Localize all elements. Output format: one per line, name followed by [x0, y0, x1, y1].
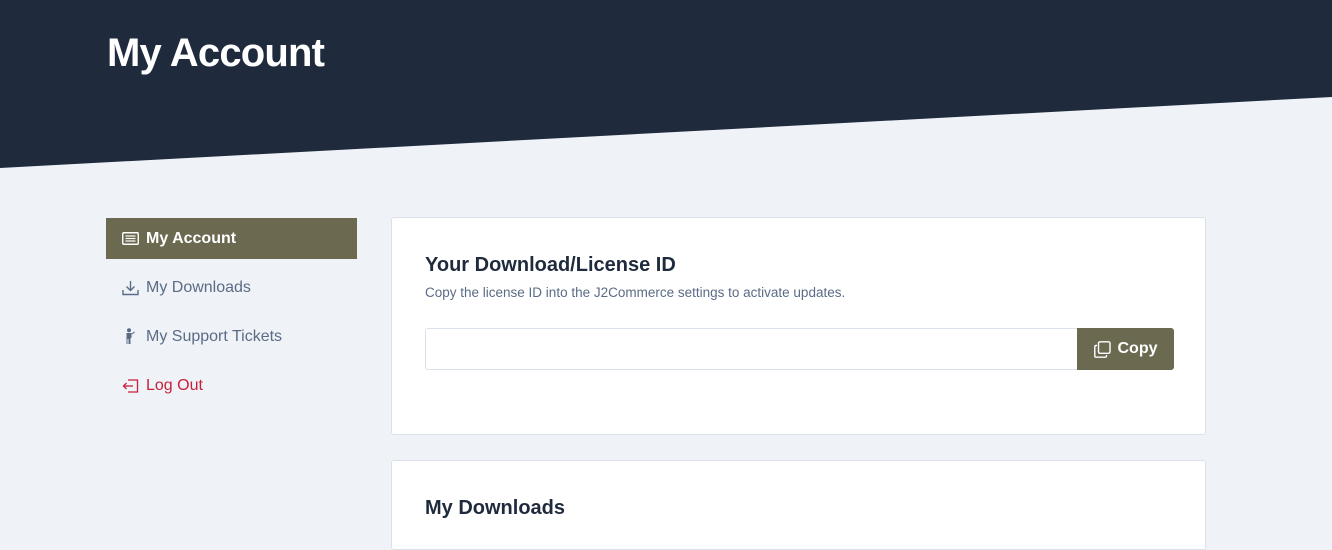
sidebar-item-my-support-tickets[interactable]: My Support Tickets: [106, 316, 357, 357]
license-card-title: Your Download/License ID: [425, 254, 676, 276]
copy-icon: [1093, 340, 1111, 358]
sidebar-item-my-downloads[interactable]: My Downloads: [106, 267, 357, 308]
sidebar-item-label: My Downloads: [146, 278, 251, 296]
copy-button-label: Copy: [1117, 340, 1158, 357]
page-header: My Account: [0, 0, 1332, 170]
sidebar-item-label: Log Out: [146, 376, 203, 394]
copy-button[interactable]: Copy: [1077, 328, 1174, 370]
header-background: [0, 0, 1332, 168]
page-title: My Account: [107, 31, 325, 75]
logout-icon: [121, 377, 139, 395]
license-id-group: Copy: [425, 328, 1174, 370]
sidebar-item-my-account[interactable]: My Account: [106, 218, 357, 259]
license-id-input[interactable]: [425, 328, 1077, 370]
license-card-description: Copy the license ID into the J2Commerce …: [425, 285, 846, 300]
person-icon: [121, 328, 139, 346]
sidebar-item-label: My Account: [146, 229, 237, 247]
license-card: Your Download/License ID Copy the licens…: [391, 217, 1206, 435]
sidebar-item-label: My Support Tickets: [146, 327, 283, 345]
downloads-card-title: My Downloads: [425, 497, 566, 519]
account-sidebar: My Account My Downloads My Support Ticke…: [106, 218, 357, 406]
list-icon: [121, 230, 139, 248]
sidebar-item-log-out[interactable]: Log Out: [106, 365, 357, 406]
download-icon: [121, 279, 139, 297]
downloads-card: My Downloads: [391, 460, 1206, 550]
